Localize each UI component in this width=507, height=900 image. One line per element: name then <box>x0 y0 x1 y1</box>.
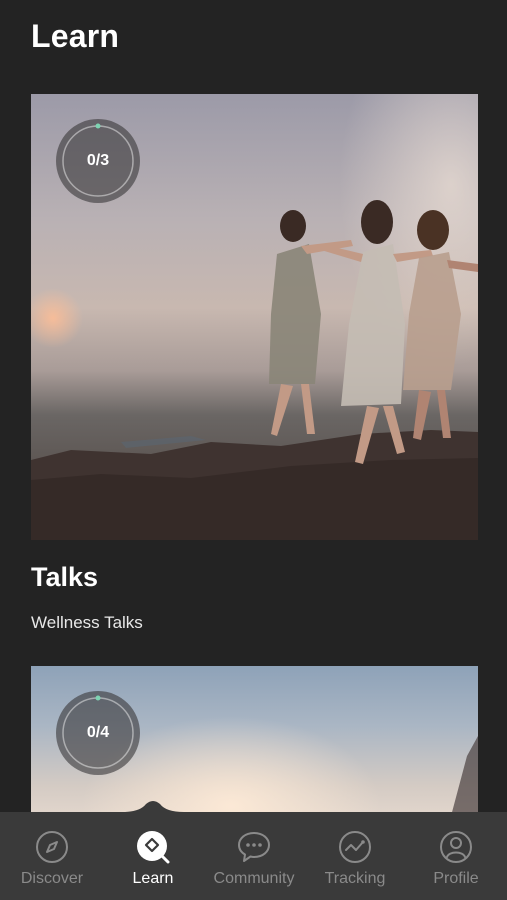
tab-tracking[interactable]: Tracking <box>305 818 405 898</box>
tab-discover[interactable]: Discover <box>2 818 102 898</box>
learn-search-icon <box>137 831 170 864</box>
progress-count: 0/3 <box>86 152 110 169</box>
page-title: Learn <box>31 18 120 54</box>
card-image: 0/4 <box>31 666 478 816</box>
tab-label: Community <box>213 870 295 887</box>
tab-profile[interactable]: Profile <box>406 818 506 898</box>
card-title: Talks <box>31 562 99 592</box>
person-icon <box>440 831 472 863</box>
tab-community[interactable]: Community <box>204 818 304 898</box>
card-image: 0/3 <box>31 94 478 540</box>
tab-label: Discover <box>20 870 84 887</box>
learn-card-talks[interactable]: 0/3 Talks Wellness Talks <box>31 94 478 632</box>
tab-label: Learn <box>132 870 174 887</box>
tab-learn[interactable]: Learn <box>103 818 203 898</box>
tab-label: Profile <box>433 870 479 887</box>
chat-bubble-icon <box>238 832 270 862</box>
tracking-chart-icon <box>339 831 371 863</box>
progress-count: 0/4 <box>86 724 110 741</box>
learn-card-2[interactable]: 0/4 <box>31 666 478 816</box>
progress-ring: 0/3 <box>55 118 141 204</box>
progress-ring: 0/4 <box>55 690 141 776</box>
card-subtitle: Wellness Talks <box>31 613 143 632</box>
tab-label: Tracking <box>324 870 386 887</box>
learn-screen: Learn 0/3 Talks Wellness Talks 0/4 Disco… <box>0 0 507 900</box>
compass-icon <box>36 831 68 863</box>
